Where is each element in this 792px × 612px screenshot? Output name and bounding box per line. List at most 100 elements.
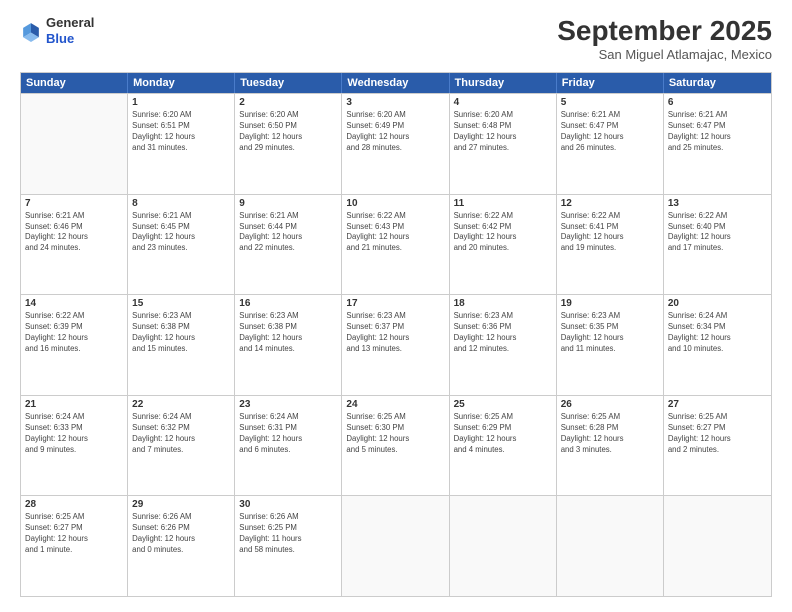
logo-general: General [46, 15, 94, 31]
day-info: Sunrise: 6:25 AM Sunset: 6:29 PM Dayligh… [454, 412, 552, 456]
calendar-cell: 28 Sunrise: 6:25 AM Sunset: 6:27 PM Dayli… [21, 496, 128, 596]
logo-blue: Blue [46, 31, 94, 47]
title-block: September 2025 San Miguel Atlamajac, Mex… [557, 15, 772, 62]
day-number: 24 [346, 399, 444, 410]
calendar: SundayMondayTuesdayWednesdayThursdayFrid… [20, 72, 772, 597]
calendar-cell: 24 Sunrise: 6:25 AM Sunset: 6:30 PM Dayli… [342, 396, 449, 496]
calendar-cell: 2 Sunrise: 6:20 AM Sunset: 6:50 PM Daylig… [235, 94, 342, 194]
header-day: Saturday [664, 73, 771, 93]
calendar-cell [664, 496, 771, 596]
calendar-cell [21, 94, 128, 194]
day-number: 9 [239, 198, 337, 209]
location: San Miguel Atlamajac, Mexico [557, 47, 772, 62]
day-number: 25 [454, 399, 552, 410]
day-info: Sunrise: 6:21 AM Sunset: 6:46 PM Dayligh… [25, 211, 123, 255]
calendar-cell: 14 Sunrise: 6:22 AM Sunset: 6:39 PM Dayli… [21, 295, 128, 395]
day-info: Sunrise: 6:21 AM Sunset: 6:47 PM Dayligh… [561, 110, 659, 154]
calendar-cell: 3 Sunrise: 6:20 AM Sunset: 6:49 PM Daylig… [342, 94, 449, 194]
day-info: Sunrise: 6:24 AM Sunset: 6:32 PM Dayligh… [132, 412, 230, 456]
day-info: Sunrise: 6:21 AM Sunset: 6:44 PM Dayligh… [239, 211, 337, 255]
day-number: 14 [25, 298, 123, 309]
day-number: 26 [561, 399, 659, 410]
header-day: Monday [128, 73, 235, 93]
calendar-cell: 7 Sunrise: 6:21 AM Sunset: 6:46 PM Daylig… [21, 195, 128, 295]
day-info: Sunrise: 6:26 AM Sunset: 6:25 PM Dayligh… [239, 512, 337, 556]
header: General Blue September 2025 San Miguel A… [20, 15, 772, 62]
calendar-cell [557, 496, 664, 596]
day-number: 3 [346, 97, 444, 108]
header-day: Thursday [450, 73, 557, 93]
calendar-row: 1 Sunrise: 6:20 AM Sunset: 6:51 PM Daylig… [21, 93, 771, 194]
day-number: 5 [561, 97, 659, 108]
day-number: 19 [561, 298, 659, 309]
calendar-cell: 20 Sunrise: 6:24 AM Sunset: 6:34 PM Dayli… [664, 295, 771, 395]
day-info: Sunrise: 6:22 AM Sunset: 6:43 PM Dayligh… [346, 211, 444, 255]
calendar-cell: 15Sunrise: 6:23 AM Sunset: 6:38 PM Dayli… [128, 295, 235, 395]
day-number: 10 [346, 198, 444, 209]
day-info: Sunrise: 6:24 AM Sunset: 6:31 PM Dayligh… [239, 412, 337, 456]
day-info: Sunrise: 6:22 AM Sunset: 6:39 PM Dayligh… [25, 311, 123, 355]
day-info: Sunrise: 6:23 AM Sunset: 6:38 PM Dayligh… [239, 311, 337, 355]
calendar-cell: 22Sunrise: 6:24 AM Sunset: 6:32 PM Dayli… [128, 396, 235, 496]
calendar-row: 21Sunrise: 6:24 AM Sunset: 6:33 PM Dayli… [21, 395, 771, 496]
calendar-cell: 10 Sunrise: 6:22 AM Sunset: 6:43 PM Dayli… [342, 195, 449, 295]
calendar-cell: 6Sunrise: 6:21 AM Sunset: 6:47 PM Daylig… [664, 94, 771, 194]
day-info: Sunrise: 6:24 AM Sunset: 6:34 PM Dayligh… [668, 311, 767, 355]
day-info: Sunrise: 6:20 AM Sunset: 6:49 PM Dayligh… [346, 110, 444, 154]
calendar-cell: 18 Sunrise: 6:23 AM Sunset: 6:36 PM Dayli… [450, 295, 557, 395]
day-number: 18 [454, 298, 552, 309]
day-info: Sunrise: 6:21 AM Sunset: 6:45 PM Dayligh… [132, 211, 230, 255]
day-number: 12 [561, 198, 659, 209]
day-number: 28 [25, 499, 123, 510]
day-number: 15 [132, 298, 230, 309]
day-number: 30 [239, 499, 337, 510]
day-info: Sunrise: 6:25 AM Sunset: 6:30 PM Dayligh… [346, 412, 444, 456]
day-number: 1 [132, 97, 230, 108]
day-info: Sunrise: 6:25 AM Sunset: 6:27 PM Dayligh… [668, 412, 767, 456]
day-info: Sunrise: 6:22 AM Sunset: 6:42 PM Dayligh… [454, 211, 552, 255]
day-info: Sunrise: 6:22 AM Sunset: 6:40 PM Dayligh… [668, 211, 767, 255]
calendar-cell [342, 496, 449, 596]
logo: General Blue [20, 15, 94, 46]
header-day: Wednesday [342, 73, 449, 93]
day-number: 17 [346, 298, 444, 309]
day-info: Sunrise: 6:25 AM Sunset: 6:28 PM Dayligh… [561, 412, 659, 456]
calendar-cell: 27 Sunrise: 6:25 AM Sunset: 6:27 PM Dayli… [664, 396, 771, 496]
day-info: Sunrise: 6:26 AM Sunset: 6:26 PM Dayligh… [132, 512, 230, 556]
day-number: 20 [668, 298, 767, 309]
day-number: 8 [132, 198, 230, 209]
calendar-cell: 21Sunrise: 6:24 AM Sunset: 6:33 PM Dayli… [21, 396, 128, 496]
calendar-cell: 1 Sunrise: 6:20 AM Sunset: 6:51 PM Daylig… [128, 94, 235, 194]
day-number: 27 [668, 399, 767, 410]
day-info: Sunrise: 6:24 AM Sunset: 6:33 PM Dayligh… [25, 412, 123, 456]
day-number: 16 [239, 298, 337, 309]
day-info: Sunrise: 6:20 AM Sunset: 6:50 PM Dayligh… [239, 110, 337, 154]
day-number: 7 [25, 198, 123, 209]
calendar-cell: 30 Sunrise: 6:26 AM Sunset: 6:25 PM Dayli… [235, 496, 342, 596]
calendar-cell: 5 Sunrise: 6:21 AM Sunset: 6:47 PM Daylig… [557, 94, 664, 194]
calendar-cell: 17 Sunrise: 6:23 AM Sunset: 6:37 PM Dayli… [342, 295, 449, 395]
logo-icon [20, 20, 42, 42]
calendar-cell: 11Sunrise: 6:22 AM Sunset: 6:42 PM Dayli… [450, 195, 557, 295]
day-number: 29 [132, 499, 230, 510]
day-info: Sunrise: 6:23 AM Sunset: 6:37 PM Dayligh… [346, 311, 444, 355]
header-day: Tuesday [235, 73, 342, 93]
day-info: Sunrise: 6:25 AM Sunset: 6:27 PM Dayligh… [25, 512, 123, 556]
day-number: 13 [668, 198, 767, 209]
calendar-cell: 16 Sunrise: 6:23 AM Sunset: 6:38 PM Dayli… [235, 295, 342, 395]
day-info: Sunrise: 6:21 AM Sunset: 6:47 PM Dayligh… [668, 110, 767, 154]
day-info: Sunrise: 6:23 AM Sunset: 6:36 PM Dayligh… [454, 311, 552, 355]
calendar-header: SundayMondayTuesdayWednesdayThursdayFrid… [21, 73, 771, 93]
calendar-cell: 25 Sunrise: 6:25 AM Sunset: 6:29 PM Dayli… [450, 396, 557, 496]
day-number: 4 [454, 97, 552, 108]
calendar-cell: 29 Sunrise: 6:26 AM Sunset: 6:26 PM Dayli… [128, 496, 235, 596]
day-info: Sunrise: 6:20 AM Sunset: 6:51 PM Dayligh… [132, 110, 230, 154]
calendar-cell: 8 Sunrise: 6:21 AM Sunset: 6:45 PM Daylig… [128, 195, 235, 295]
calendar-cell: 26 Sunrise: 6:25 AM Sunset: 6:28 PM Dayli… [557, 396, 664, 496]
day-number: 2 [239, 97, 337, 108]
calendar-row: 7 Sunrise: 6:21 AM Sunset: 6:46 PM Daylig… [21, 194, 771, 295]
day-info: Sunrise: 6:20 AM Sunset: 6:48 PM Dayligh… [454, 110, 552, 154]
day-number: 23 [239, 399, 337, 410]
calendar-cell: 9 Sunrise: 6:21 AM Sunset: 6:44 PM Daylig… [235, 195, 342, 295]
calendar-cell: 13 Sunrise: 6:22 AM Sunset: 6:40 PM Dayli… [664, 195, 771, 295]
